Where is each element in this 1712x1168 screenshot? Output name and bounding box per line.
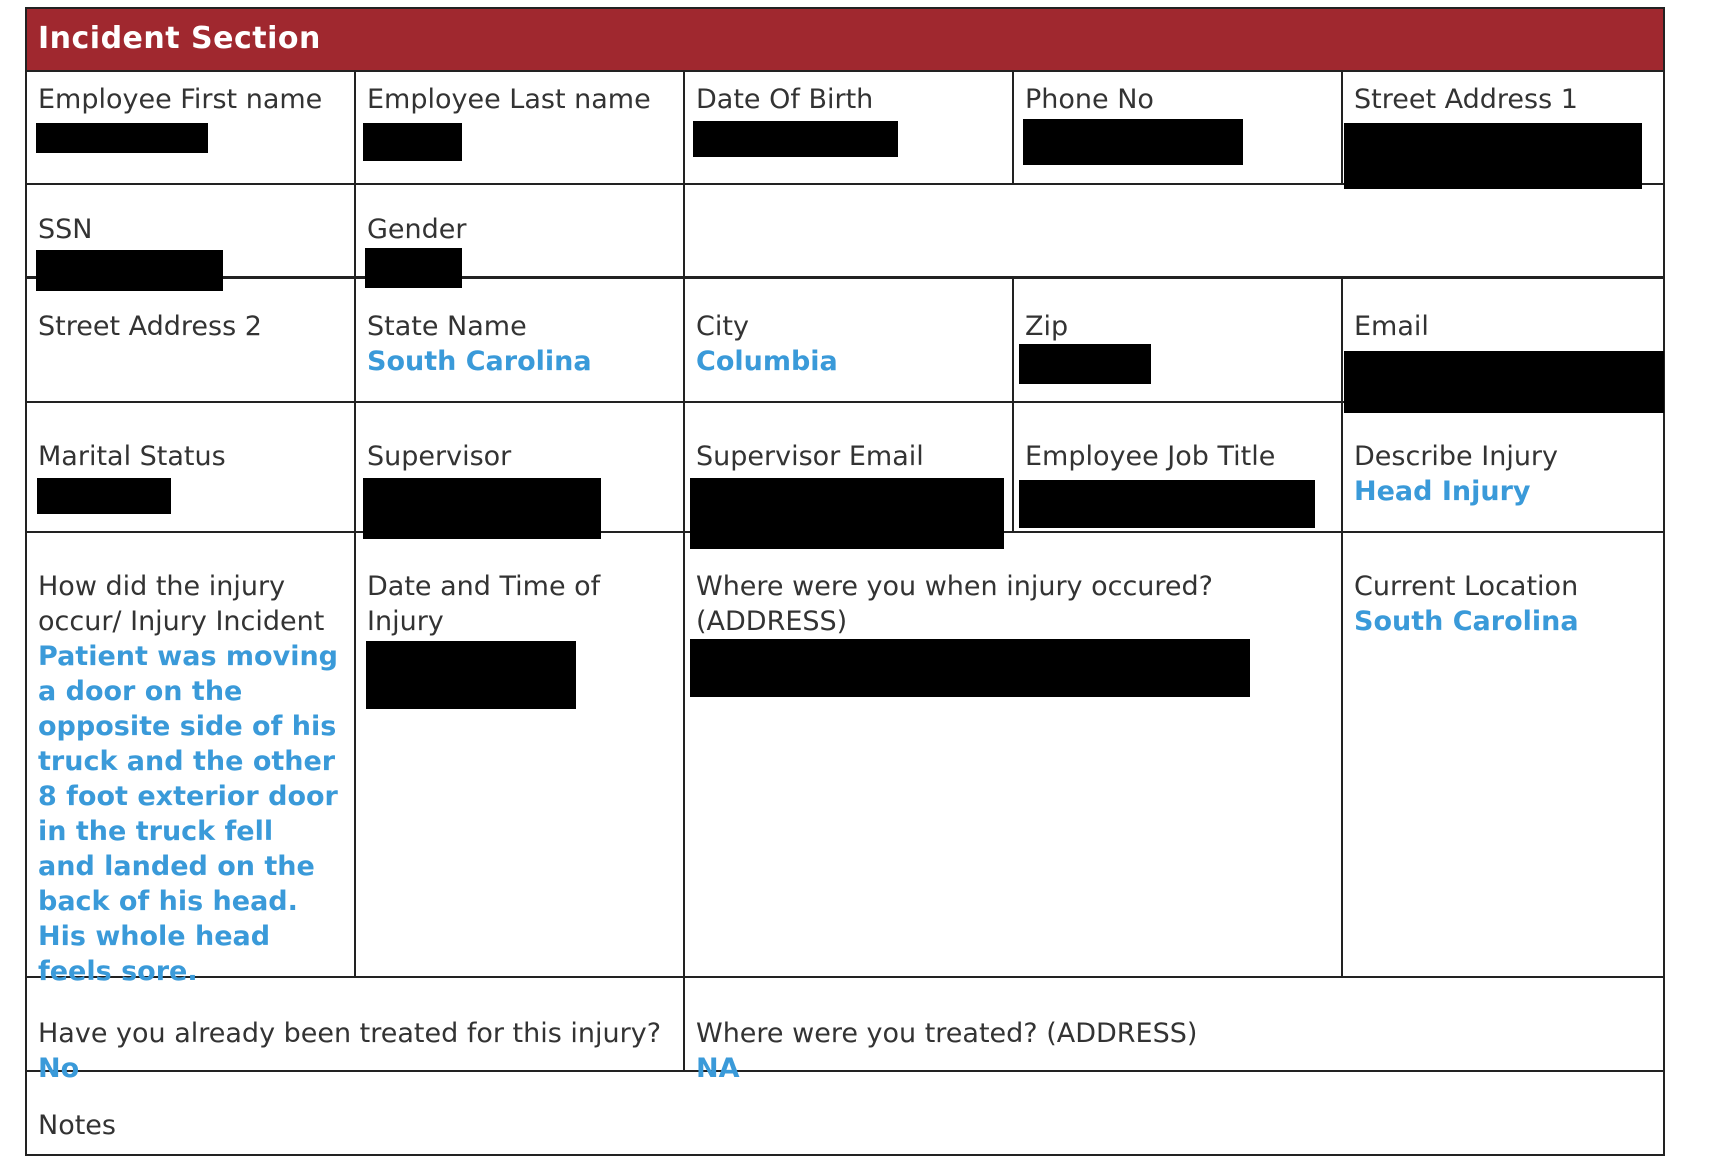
- email-redacted: [1344, 351, 1664, 413]
- injury-datetime-redacted: [366, 641, 576, 709]
- ssn-label: SSN: [38, 214, 93, 245]
- phone-redacted: [1023, 119, 1243, 165]
- injury-incident-label: How did the injury occur/ Injury Inciden…: [38, 571, 325, 637]
- current-location-label: Current Location: [1354, 571, 1579, 602]
- first-name-label: Employee First name: [38, 84, 323, 115]
- current-location-value: South Carolina: [1354, 606, 1579, 637]
- marital-status-label: Marital Status: [38, 441, 226, 472]
- column-divider: [1341, 72, 1343, 183]
- supervisor-email-redacted: [690, 478, 1004, 549]
- treated-where-value: NA: [696, 1053, 740, 1084]
- address1-redacted: [1344, 123, 1642, 189]
- supervisor-label: Supervisor: [367, 441, 512, 472]
- last-name-label: Employee Last name: [367, 84, 651, 115]
- gender-redacted: [365, 248, 462, 288]
- dob-label: Date Of Birth: [696, 84, 874, 115]
- column-divider: [354, 72, 356, 976]
- row-divider: [27, 1070, 1663, 1072]
- state-label: State Name: [367, 311, 527, 342]
- dob-redacted: [693, 121, 898, 157]
- zip-label: Zip: [1025, 311, 1069, 342]
- incident-form: Incident Section Employee First name Emp…: [25, 7, 1665, 1156]
- supervisor-redacted: [363, 478, 601, 539]
- city-value: Columbia: [696, 346, 838, 377]
- column-divider: [1012, 278, 1014, 531]
- job-title-label: Employee Job Title: [1025, 441, 1276, 472]
- injury-location-redacted: [690, 639, 1250, 697]
- address2-label: Street Address 2: [38, 311, 262, 342]
- email-label: Email: [1354, 311, 1429, 342]
- treated-where-label: Where were you treated? (ADDRESS): [696, 1018, 1198, 1049]
- zip-redacted: [1019, 344, 1151, 384]
- column-divider: [683, 72, 685, 1070]
- already-treated-label: Have you already been treated for this i…: [38, 1018, 662, 1049]
- phone-label: Phone No: [1025, 84, 1154, 115]
- column-divider: [1341, 278, 1343, 976]
- injury-incident-value: Patient was moving a door on the opposit…: [38, 641, 339, 987]
- gender-label: Gender: [367, 214, 467, 245]
- section-header: Incident Section: [27, 9, 1663, 72]
- notes-label: Notes: [38, 1110, 116, 1141]
- supervisor-email-label: Supervisor Email: [696, 441, 924, 472]
- first-name-redacted: [36, 123, 208, 153]
- describe-injury-label: Describe Injury: [1354, 441, 1559, 472]
- section-title: Incident Section: [38, 21, 321, 56]
- ssn-redacted: [36, 250, 223, 291]
- column-divider: [1012, 72, 1014, 183]
- injury-datetime-label: Date and Time of Injury: [367, 571, 601, 637]
- describe-injury-value: Head Injury: [1354, 476, 1531, 507]
- already-treated-value: No: [38, 1053, 80, 1084]
- city-label: City: [696, 311, 749, 342]
- job-title-redacted: [1019, 480, 1315, 528]
- injury-location-label: Where were you when injury occured? (ADD…: [696, 571, 1214, 637]
- marital-status-redacted: [37, 478, 171, 514]
- row-divider: [27, 276, 1663, 279]
- address1-label: Street Address 1: [1354, 84, 1578, 115]
- last-name-redacted: [363, 123, 462, 161]
- state-value: South Carolina: [367, 346, 592, 377]
